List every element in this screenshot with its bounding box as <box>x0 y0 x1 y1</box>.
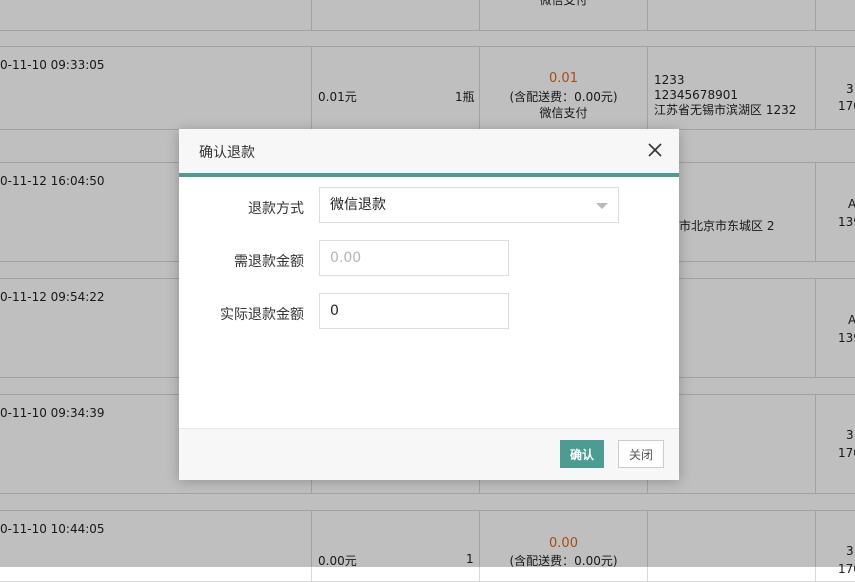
refund-method-select[interactable]: 微信退款 <box>319 187 619 223</box>
dialog-header: 确认退款 <box>179 129 679 173</box>
close-icon[interactable] <box>645 140 665 160</box>
refund-due-value: 0.00 <box>330 250 362 266</box>
refund-method-label: 退款方式 <box>248 201 304 217</box>
confirm-button[interactable]: 确认 <box>560 440 604 468</box>
refund-method-value: 微信退款 <box>330 197 386 213</box>
actual-refund-input[interactable]: 0 <box>319 293 509 329</box>
chevron-down-icon <box>596 203 608 209</box>
refund-due-label: 需退款金额 <box>234 254 304 270</box>
refund-due-field: 0.00 <box>319 240 509 276</box>
dialog-title: 确认退款 <box>199 145 255 161</box>
actual-refund-label: 实际退款金额 <box>220 307 304 323</box>
close-button[interactable]: 关闭 <box>618 440 664 468</box>
dialog-footer: 确认 关闭 <box>179 428 679 480</box>
dialog-accent-bar <box>179 173 679 177</box>
refund-confirm-dialog: 确认退款 退款方式 微信退款 需退款金额 0.00 实际退款金额 0 确认 关闭 <box>179 129 679 480</box>
actual-refund-value: 0 <box>330 303 339 319</box>
